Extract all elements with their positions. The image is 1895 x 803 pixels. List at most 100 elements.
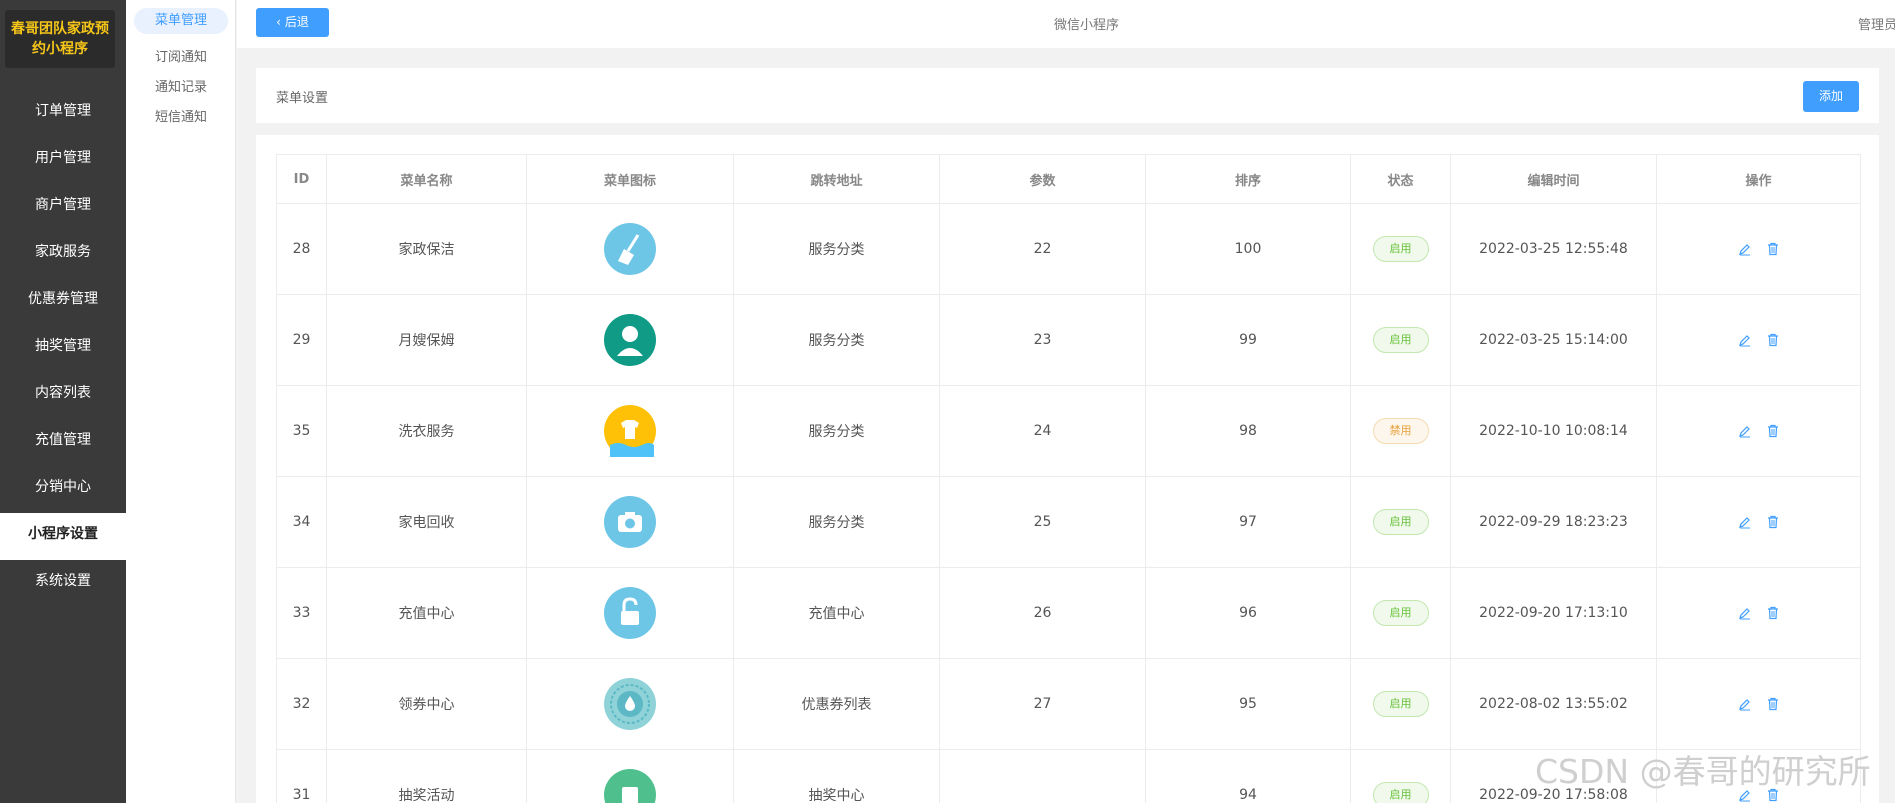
chevron-left-icon: ‹ — [276, 15, 281, 29]
cell-time: 2022-03-25 15:14:00 — [1450, 294, 1657, 386]
cell-link: 优惠券列表 — [733, 658, 940, 750]
cell-name: 家电回收 — [326, 476, 527, 568]
edit-icon[interactable] — [1738, 697, 1752, 711]
cell-time: 2022-10-10 10:08:14 — [1450, 385, 1657, 477]
back-button[interactable]: ‹ 后退 — [256, 8, 329, 37]
cell-link: 抽奖中心 — [733, 749, 940, 803]
delete-icon[interactable] — [1766, 424, 1780, 438]
sidebar-item[interactable]: 家政服务 — [0, 231, 126, 278]
sidebar-item[interactable]: 用户管理 — [0, 137, 126, 184]
sidebar-item[interactable]: 小程序设置 — [0, 513, 126, 560]
cell-icon — [526, 294, 734, 386]
cell-name: 抽奖活动 — [326, 749, 527, 803]
cell-status: 启用 — [1350, 567, 1451, 659]
cell-name: 充值中心 — [326, 567, 527, 659]
column-header: 状态 — [1350, 154, 1451, 204]
sidebar-item[interactable]: 抽奖管理 — [0, 325, 126, 372]
cell-param: 22 — [939, 203, 1146, 295]
add-button[interactable]: 添加 — [1803, 81, 1859, 112]
column-header: 操作 — [1656, 154, 1861, 204]
delete-icon[interactable] — [1766, 606, 1780, 620]
broom-icon — [604, 223, 656, 275]
cell-sort: 98 — [1145, 385, 1351, 477]
page-header: 菜单设置 添加 — [256, 68, 1879, 123]
cell-icon — [526, 749, 734, 803]
watermark: CSDN @春哥的研究所 — [1535, 752, 1871, 791]
sidebar: 春哥团队家政预约小程序 订单管理 用户管理 商户管理 家政服务 优惠券管理 抽奖管理 内容列… — [0, 0, 126, 803]
status-badge: 禁用 — [1372, 418, 1429, 444]
page-title: 菜单设置 — [276, 91, 329, 106]
cell-time: 2022-08-02 13:55:02 — [1450, 658, 1657, 750]
cell-param: 24 — [939, 385, 1146, 477]
submenu-item[interactable]: 订阅通知 — [126, 46, 236, 65]
status-badge: 启用 — [1372, 327, 1429, 353]
nanny-icon — [604, 314, 656, 366]
sidebar-item[interactable]: 优惠券管理 — [0, 278, 126, 325]
submenu-item[interactable]: 菜单管理 — [134, 8, 228, 34]
app-logo: 春哥团队家政预约小程序 — [5, 10, 115, 68]
cell-link: 充值中心 — [733, 567, 940, 659]
submenu-item[interactable]: 通知记录 — [126, 76, 236, 95]
cell-icon — [526, 658, 734, 750]
sidebar-item[interactable]: 系统设置 — [0, 560, 126, 607]
table-row: 33 充值中心 充值中心 26 96 启用 2022-09-20 17:13:10 — [276, 567, 1861, 659]
cell-name: 月嫂保姆 — [326, 294, 527, 386]
cell-link: 服务分类 — [733, 294, 940, 386]
cell-time: 2022-09-29 18:23:23 — [1450, 476, 1657, 568]
back-button-label: 后退 — [284, 15, 309, 29]
topbar: ‹ 后退 微信小程序 管理员 — [237, 0, 1895, 48]
cell-actions — [1656, 658, 1861, 750]
edit-icon[interactable] — [1738, 606, 1752, 620]
cell-sort: 94 — [1145, 749, 1351, 803]
cell-link: 服务分类 — [733, 203, 940, 295]
cell-time: 2022-09-20 17:13:10 — [1450, 567, 1657, 659]
submenu-item[interactable]: 短信通知 — [126, 106, 236, 125]
column-header: 排序 — [1145, 154, 1351, 204]
column-header: 参数 — [939, 154, 1146, 204]
cell-id: 33 — [276, 567, 327, 659]
cell-sort: 100 — [1145, 203, 1351, 295]
delete-icon[interactable] — [1766, 333, 1780, 347]
cell-sort: 97 — [1145, 476, 1351, 568]
cell-name: 家政保洁 — [326, 203, 527, 295]
cell-id: 31 — [276, 749, 327, 803]
table-row: 32 领券中心 优惠券列表 27 95 启用 2022-08-02 13:55:02 — [276, 658, 1861, 750]
table-header-row: ID 菜单名称 菜单图标 跳转地址 参数 排序 状态 编辑时间 操作 — [276, 154, 1861, 204]
delete-icon[interactable] — [1766, 242, 1780, 256]
menu-table: ID 菜单名称 菜单图标 跳转地址 参数 排序 状态 编辑时间 操作 28 家政保洁 服务分类 22 1… — [276, 154, 1861, 803]
edit-icon[interactable] — [1738, 333, 1752, 347]
user-menu[interactable]: 管理员 — [1858, 14, 1895, 33]
edit-icon[interactable] — [1738, 515, 1752, 529]
column-header: 跳转地址 — [733, 154, 940, 204]
cell-name: 洗衣服务 — [326, 385, 527, 477]
cell-status: 禁用 — [1350, 385, 1451, 477]
sidebar-item[interactable]: 内容列表 — [0, 372, 126, 419]
cell-time: 2022-03-25 12:55:48 — [1450, 203, 1657, 295]
lottery-icon — [604, 769, 656, 803]
delete-icon[interactable] — [1766, 697, 1780, 711]
table-row: 29 月嫂保姆 服务分类 23 99 启用 2022-03-25 15:14:00 — [276, 294, 1861, 386]
cell-sort: 95 — [1145, 658, 1351, 750]
table-row: 28 家政保洁 服务分类 22 100 启用 2022-03-25 12:55:48 — [276, 203, 1861, 295]
cell-id: 29 — [276, 294, 327, 386]
sidebar-item[interactable]: 商户管理 — [0, 184, 126, 231]
delete-icon[interactable] — [1766, 515, 1780, 529]
sidebar-item[interactable]: 订单管理 — [0, 90, 126, 137]
status-badge: 启用 — [1372, 782, 1429, 803]
cell-param: 27 — [939, 658, 1146, 750]
cell-id: 35 — [276, 385, 327, 477]
edit-icon[interactable] — [1738, 242, 1752, 256]
cell-icon — [526, 476, 734, 568]
cell-status: 启用 — [1350, 203, 1451, 295]
cell-actions — [1656, 294, 1861, 386]
cell-status: 启用 — [1350, 658, 1451, 750]
sidebar-item[interactable]: 充值管理 — [0, 419, 126, 466]
sidebar-menu: 订单管理 用户管理 商户管理 家政服务 优惠券管理 抽奖管理 内容列表 充值管理 分销中心 小程序… — [0, 90, 126, 607]
column-header: 编辑时间 — [1450, 154, 1657, 204]
edit-icon[interactable] — [1738, 424, 1752, 438]
camera-icon — [604, 496, 656, 548]
status-badge: 启用 — [1372, 509, 1429, 535]
sidebar-item[interactable]: 分销中心 — [0, 466, 126, 513]
cell-id: 32 — [276, 658, 327, 750]
coupon-drop-icon — [604, 678, 656, 730]
